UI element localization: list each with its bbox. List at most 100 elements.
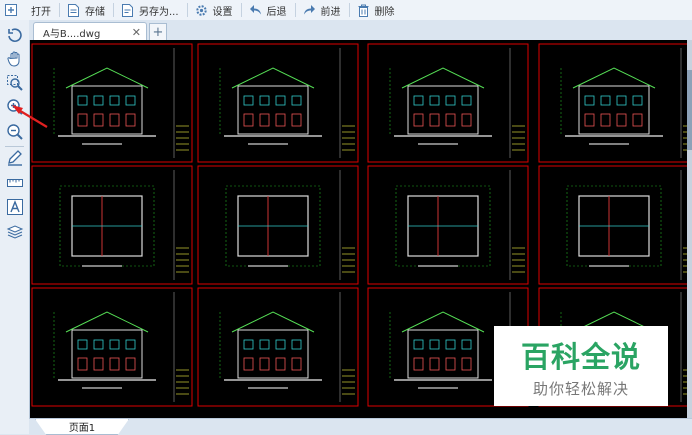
window-outline <box>243 95 254 106</box>
page-tab[interactable]: 页面1 <box>35 419 129 435</box>
scrollbar-thumb[interactable] <box>687 70 692 150</box>
window-outline <box>109 357 120 371</box>
building-elevation <box>237 329 309 379</box>
building-elevation <box>237 85 309 135</box>
watermark-logo: 百科全说 助你轻松解决 <box>494 326 668 406</box>
close-tab-icon[interactable]: ✕ <box>132 26 141 39</box>
add-button[interactable] <box>0 1 27 19</box>
window-outline <box>125 357 136 371</box>
window-outline <box>445 95 456 106</box>
back-button[interactable]: 后退 <box>245 1 292 19</box>
zoom-window-tool[interactable] <box>4 74 25 94</box>
window-outline <box>291 339 302 350</box>
save-file-icon <box>67 3 80 17</box>
roof-outline <box>231 311 315 333</box>
measure-icon <box>6 174 24 195</box>
settings-button[interactable]: 设置 <box>191 1 238 19</box>
window-outline <box>275 113 286 127</box>
window-outline <box>275 357 286 371</box>
text-tool[interactable] <box>4 198 25 218</box>
window-outline <box>243 357 254 371</box>
roof-outline <box>401 311 485 333</box>
redo-arrow-icon <box>303 4 316 17</box>
window-outline <box>77 357 88 371</box>
zoom-window-icon <box>6 74 24 95</box>
zoom-in-tool[interactable] <box>4 98 25 118</box>
watermark-title: 百科全说 <box>520 340 641 374</box>
roof-outline <box>572 67 656 89</box>
undo-arrow-icon <box>249 4 262 17</box>
zoom-in-icon <box>6 98 24 119</box>
window-outline <box>445 357 456 371</box>
gear-icon <box>195 4 208 17</box>
window-outline <box>243 339 254 350</box>
window-outline <box>93 339 104 350</box>
building-elevation <box>578 85 650 135</box>
roof-outline <box>65 67 149 89</box>
measure-tool[interactable] <box>4 174 25 194</box>
settings-label: 设置 <box>212 6 233 18</box>
building-elevation <box>407 329 479 379</box>
zoom-out-icon <box>6 123 24 144</box>
document-tab[interactable]: A与B....dwg ✕ <box>33 22 147 41</box>
window-outline <box>259 357 270 371</box>
roof-outline <box>65 311 149 333</box>
zoom-out-tool[interactable] <box>4 123 25 143</box>
building-elevation <box>407 85 479 135</box>
layers-tool[interactable] <box>4 222 25 242</box>
roof-outline <box>231 67 315 89</box>
window-outline <box>259 339 270 350</box>
window-outline <box>616 113 627 127</box>
save-as-button[interactable]: 另存为... <box>117 1 184 19</box>
window-outline <box>93 95 104 106</box>
window-outline <box>616 95 627 106</box>
window-outline <box>632 95 643 106</box>
window-outline <box>291 113 302 127</box>
document-tab-bar: A与B....dwg ✕ + <box>29 20 692 41</box>
window-outline <box>77 95 88 106</box>
pan-tool[interactable] <box>4 50 25 70</box>
window-outline <box>291 95 302 106</box>
window-outline <box>125 95 136 106</box>
window-outline <box>429 339 440 350</box>
window-outline <box>125 339 136 350</box>
main-toolbar: 打开 存储 另存为... 设置 后退 前进 删除 <box>0 0 692 21</box>
window-outline <box>93 113 104 127</box>
trash-icon <box>357 4 370 17</box>
toolbar-divider <box>240 3 242 17</box>
toolbar-divider <box>186 3 188 17</box>
save-as-file-icon <box>121 3 134 17</box>
add-tab-button[interactable]: + <box>149 23 167 41</box>
window-outline <box>600 95 611 106</box>
delete-label: 删除 <box>374 6 395 18</box>
window-outline <box>429 95 440 106</box>
delete-button[interactable]: 删除 <box>353 1 400 19</box>
window-outline <box>109 113 120 127</box>
watermark-subtitle: 助你轻松解决 <box>532 380 629 398</box>
layers-icon <box>6 222 24 243</box>
toolbar-divider <box>113 3 114 17</box>
window-outline <box>413 113 424 127</box>
open-button[interactable]: 打开 <box>27 1 56 19</box>
save-button[interactable]: 存储 <box>63 1 110 19</box>
window-outline <box>125 113 136 127</box>
tool-divider <box>5 146 24 147</box>
window-outline <box>413 357 424 371</box>
pen-tool[interactable] <box>4 149 25 169</box>
rotate-tool[interactable] <box>4 26 25 46</box>
window-outline <box>445 113 456 127</box>
window-outline <box>109 339 120 350</box>
open-label: 打开 <box>31 6 51 18</box>
window-outline <box>275 339 286 350</box>
window-outline <box>275 95 286 106</box>
window-outline <box>93 357 104 371</box>
window-outline <box>259 95 270 106</box>
window-outline <box>243 113 254 127</box>
vertical-scrollbar[interactable] <box>687 40 692 418</box>
text-icon <box>6 198 24 219</box>
window-outline <box>461 357 472 371</box>
window-outline <box>413 95 424 106</box>
window-outline <box>445 339 456 350</box>
window-outline <box>632 113 643 127</box>
forward-button[interactable]: 前进 <box>299 1 346 19</box>
